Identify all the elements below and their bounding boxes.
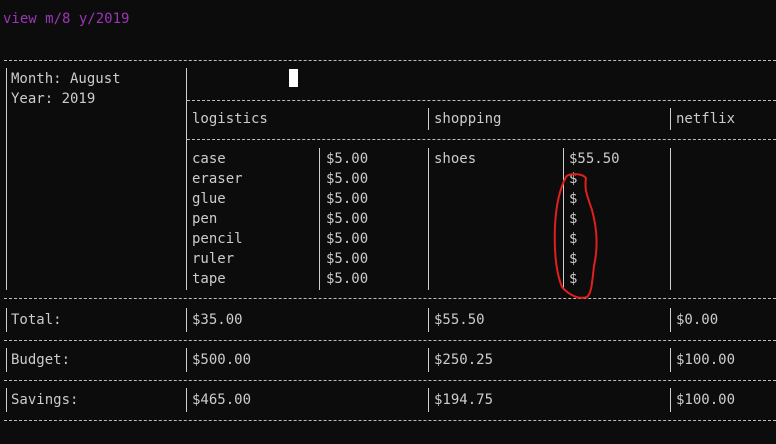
item-price: $5.00	[326, 151, 369, 167]
savings-shopping: $194.75	[434, 392, 494, 408]
month-label: Month: August	[11, 71, 121, 87]
item-price: $	[569, 211, 578, 227]
item-price: $	[569, 171, 578, 187]
total-shopping: $55.50	[434, 312, 485, 328]
item-name: eraser	[192, 171, 243, 187]
savings-logistics: $465.00	[192, 392, 252, 408]
logistics-divider-savings	[428, 388, 429, 412]
shopping-column-divider	[670, 148, 671, 290]
period-divider-savings	[186, 388, 187, 412]
budget-logistics: $500.00	[192, 352, 252, 368]
item-price: $	[569, 251, 578, 267]
savings-label: Savings:	[11, 392, 79, 408]
item-name: case	[192, 151, 226, 167]
category-header-shopping: shopping	[434, 111, 502, 127]
item-price: $5.00	[326, 171, 369, 187]
logistics-price-divider	[319, 148, 320, 290]
table-top-border	[4, 60, 776, 61]
year-label: Year: 2019	[11, 91, 96, 107]
item-price: $5.00	[326, 231, 369, 247]
item-price: $	[569, 231, 578, 247]
item-name: ruler	[192, 251, 235, 267]
category-header-bottom-border	[187, 139, 776, 140]
shopping-price-divider	[563, 148, 564, 290]
table-bottom-border	[4, 420, 776, 421]
period-divider-budget	[186, 348, 187, 372]
period-divider-total	[186, 308, 187, 332]
total-label: Total:	[11, 312, 62, 328]
item-name: tape	[192, 271, 226, 287]
savings-netflix: $100.00	[676, 392, 736, 408]
logistics-column-divider	[428, 148, 429, 290]
item-price: $5.00	[326, 191, 369, 207]
category-header-netflix: netflix	[676, 111, 736, 127]
total-logistics: $35.00	[192, 312, 243, 328]
shopping-header-divider	[670, 108, 671, 130]
budget-netflix: $100.00	[676, 352, 736, 368]
item-price: $	[569, 191, 578, 207]
logistics-divider-total	[428, 308, 429, 332]
budget-label: Budget:	[11, 352, 71, 368]
logistics-divider-budget	[428, 348, 429, 372]
item-price: $55.50	[569, 151, 620, 167]
period-column-divider	[186, 68, 187, 290]
item-name: glue	[192, 191, 226, 207]
item-price: $5.00	[326, 251, 369, 267]
left-border-budget	[6, 348, 7, 372]
terminal-cursor	[289, 69, 298, 87]
shopping-divider-savings	[670, 388, 671, 412]
shopping-divider-budget	[670, 348, 671, 372]
category-header-top-border	[187, 100, 776, 101]
item-price: $5.00	[326, 271, 369, 287]
total-row-top-border	[4, 298, 776, 299]
item-price: $5.00	[326, 211, 369, 227]
item-price: $	[569, 271, 578, 287]
savings-row-top-border	[4, 380, 776, 381]
item-name: pen	[192, 211, 218, 227]
category-header-logistics: logistics	[192, 111, 268, 127]
budget-row-top-border	[4, 340, 776, 341]
left-border-savings	[6, 388, 7, 412]
item-name: pencil	[192, 231, 243, 247]
left-border	[6, 68, 7, 290]
red-annotation-mark	[553, 173, 598, 299]
left-border-total	[6, 308, 7, 332]
budget-shopping: $250.25	[434, 352, 494, 368]
logistics-header-divider	[428, 108, 429, 130]
shopping-divider-total	[670, 308, 671, 332]
command-line: view m/8 y/2019	[3, 11, 130, 27]
item-name: shoes	[434, 151, 477, 167]
total-netflix: $0.00	[676, 312, 719, 328]
